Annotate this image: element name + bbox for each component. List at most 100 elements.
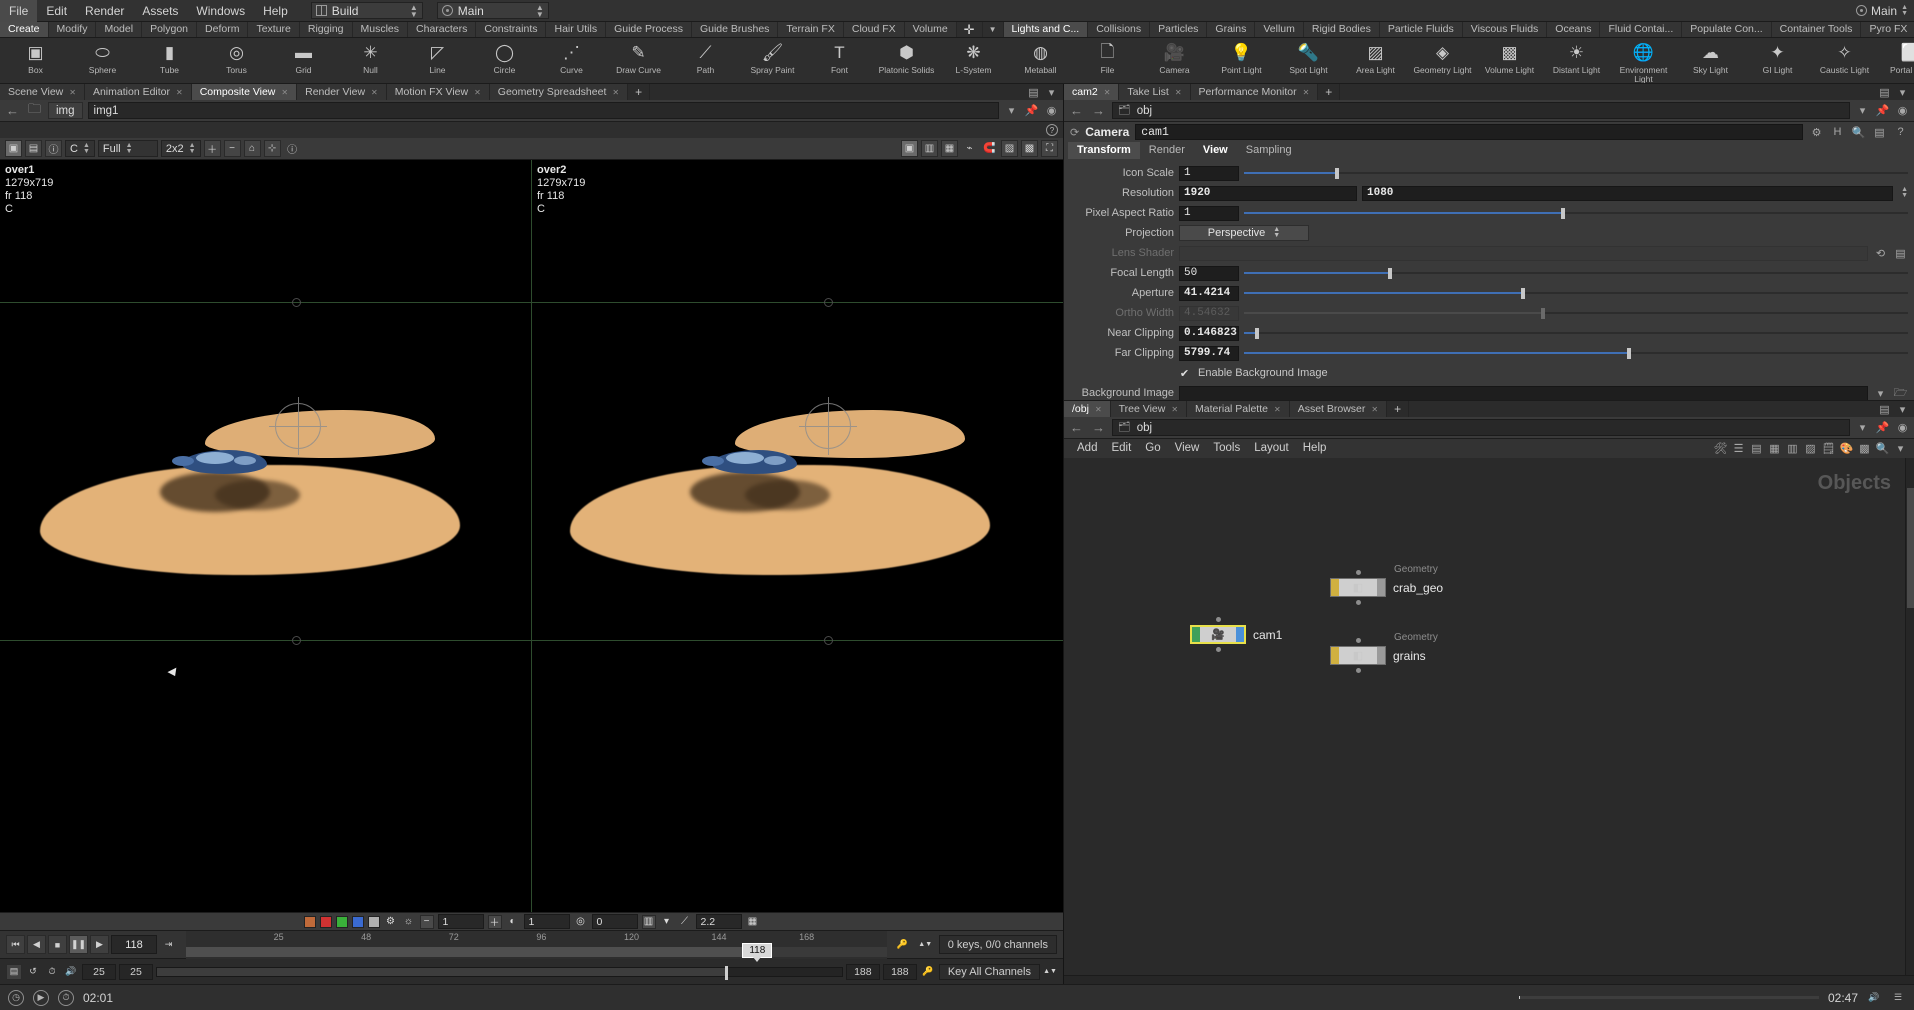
param-field-icon-scale[interactable]: 1 [1179, 166, 1239, 181]
node-box[interactable]: ◧ [1330, 646, 1386, 665]
viewport-over2-handle-top[interactable] [824, 298, 833, 307]
param-field-lens-shader[interactable] [1179, 246, 1868, 261]
shelf-tab-modify[interactable]: Modify [49, 22, 97, 37]
brightness-icon[interactable]: ☼ [402, 915, 416, 929]
shelf-tab-guide-process[interactable]: Guide Process [606, 22, 692, 37]
path-dropdown-caret-icon[interactable]: ▾ [1004, 103, 1019, 118]
close-icon[interactable]: ✕ [1171, 402, 1178, 417]
close-icon[interactable]: ✕ [1274, 402, 1281, 417]
node-grains[interactable]: Geometry◧grains [1330, 646, 1426, 665]
viewport-over1[interactable]: over1 1279x719 fr 118 C [0, 160, 531, 912]
loop-icon[interactable]: ↺ [25, 964, 41, 980]
node-output-connector[interactable] [1356, 600, 1361, 605]
node-input-connector[interactable] [1216, 617, 1221, 622]
network-menu-caret-icon[interactable]: ▾ [1893, 441, 1908, 456]
shelf-tool-camera[interactable]: 🎥Camera [1141, 38, 1208, 84]
magnet-icon[interactable]: 🧲 [981, 140, 998, 157]
param-browse-icon[interactable]: ▤ [1893, 246, 1908, 261]
status-play-icon[interactable]: ▶ [33, 990, 49, 1006]
path-input[interactable]: img1 [88, 102, 999, 119]
tab-composite-view[interactable]: Composite View✕ [192, 84, 297, 100]
shelf-tab-grains[interactable]: Grains [1207, 22, 1255, 37]
network-path-caret-icon[interactable]: ▾ [1855, 420, 1870, 435]
param-slider-near-clipping[interactable] [1244, 327, 1908, 340]
shelf-tab-deform[interactable]: Deform [197, 22, 248, 37]
slider-knob[interactable] [1627, 348, 1631, 359]
background-image-browse-icon[interactable]: 🗁 [1893, 386, 1908, 401]
shelf-tool-volume-light[interactable]: ▩Volume Light [1476, 38, 1543, 84]
help-icon[interactable]: ? [1046, 124, 1058, 136]
shelf-tab-particles[interactable]: Particles [1150, 22, 1207, 37]
shelf-tab-fluid-contai[interactable]: Fluid Contai... [1600, 22, 1682, 37]
pane-split-icon[interactable]: ▤ [1026, 85, 1041, 100]
realtime-icon[interactable]: ⏱ [44, 964, 60, 980]
lut-dropdown-caret-icon[interactable]: ▾ [660, 915, 674, 929]
comp-resolution-select[interactable]: Full ▲▼ [98, 140, 158, 157]
node-input-connector[interactable] [1356, 570, 1361, 575]
param-field-resolution-y[interactable]: 1080 [1362, 186, 1893, 201]
param-tab-render[interactable]: Render [1140, 142, 1194, 159]
node-box[interactable]: 🎥 [1190, 625, 1246, 644]
chevron-updown-icon[interactable]: ▲▼ [1901, 187, 1908, 199]
shelf-tool-circle[interactable]: ◯Circle [471, 38, 538, 84]
menu-item-help[interactable]: Help [254, 0, 297, 22]
viewport-over1-handle-bottom[interactable] [292, 636, 301, 645]
node-render-flag[interactable] [1236, 627, 1244, 642]
shelf-tab-lights-and-c[interactable]: Lights and C... [1004, 22, 1089, 37]
pane-menu-icon-right[interactable]: ▾ [1895, 85, 1910, 100]
close-icon[interactable]: ✕ [69, 85, 76, 100]
pin-icon[interactable]: 📌 [1024, 103, 1039, 118]
network-menu-go[interactable]: Go [1138, 439, 1167, 458]
enable-background-checkbox[interactable]: ✔ [1179, 368, 1190, 379]
tab-cam2[interactable]: cam2✕ [1064, 84, 1119, 100]
param-tab-transform[interactable]: Transform [1068, 142, 1140, 159]
param-slider-aperture[interactable] [1244, 287, 1908, 300]
node-menu-icon[interactable]: ▤ [1872, 125, 1887, 140]
pane-menu-icon[interactable]: ▾ [1044, 85, 1059, 100]
node-crab-geo[interactable]: Geometry◧crab_geo [1330, 578, 1443, 597]
node-gear-icon[interactable]: ⚙ [1809, 125, 1824, 140]
key-all-channels-label[interactable]: Key All Channels [939, 964, 1040, 980]
close-icon[interactable]: ✕ [474, 85, 481, 100]
offset-icon[interactable]: ◎ [574, 915, 588, 929]
network-canvas[interactable]: Objects Geometry◧crab_geo🎥cam1Geometry◧g… [1064, 458, 1905, 975]
network-add-tab-button[interactable]: + [1387, 401, 1409, 417]
network-menu-help[interactable]: Help [1296, 439, 1334, 458]
shelf-tab-terrain-fx[interactable]: Terrain FX [778, 22, 843, 37]
network-menu-tools[interactable]: Tools [1206, 439, 1247, 458]
parameter-path-input[interactable]: 🗂 obj [1112, 102, 1850, 119]
viewport-over2[interactable]: over2 1279x719 fr 118 C [531, 160, 1063, 912]
status-menu-icon[interactable]: ☰ [1890, 990, 1906, 1006]
network-table-icon[interactable]: ▦ [1767, 441, 1782, 456]
param-field-ortho-width[interactable]: 4.54632 [1179, 306, 1239, 321]
node-search-icon[interactable]: 🔍 [1851, 125, 1866, 140]
play-pause-button[interactable]: ❚❚ [69, 935, 88, 954]
param-forward-arrow-icon[interactable]: → [1090, 102, 1107, 119]
target-icon-right[interactable] [1856, 5, 1867, 16]
menu-item-render[interactable]: Render [76, 0, 133, 22]
color-swatch-0[interactable] [304, 916, 316, 928]
comp-view-quad-icon[interactable]: ▦ [941, 140, 958, 157]
shelf-tab-constraints[interactable]: Constraints [476, 22, 546, 37]
close-icon[interactable]: ✕ [1104, 85, 1111, 100]
back-arrow-icon[interactable]: ← [4, 102, 21, 119]
tab-material-palette[interactable]: Material Palette✕ [1187, 401, 1290, 417]
shelf-tab-polygon[interactable]: Polygon [142, 22, 197, 37]
folder-icon[interactable]: 🗀 [26, 102, 43, 119]
param-slider-pixel-aspect-ratio[interactable] [1244, 207, 1908, 220]
close-icon[interactable]: ✕ [281, 85, 288, 100]
param-menu-projection[interactable]: Perspective▲▼ [1179, 225, 1309, 241]
shelf-tab-model[interactable]: Model [96, 22, 142, 37]
comp-display-info-icon[interactable]: ⓘ [45, 140, 62, 157]
network-sync-icon[interactable]: ◉ [1895, 420, 1910, 435]
slider-knob[interactable] [1521, 288, 1525, 299]
network-forward-arrow-icon[interactable]: → [1090, 419, 1107, 436]
node-input-connector[interactable] [1356, 638, 1361, 643]
comp-zoom-select[interactable]: 2x2 ▲▼ [161, 140, 201, 157]
contrast-icon[interactable]: ◐ [506, 915, 520, 929]
color-swatch-2[interactable] [336, 916, 348, 928]
comp-zoom-out-icon[interactable]: − [224, 140, 241, 157]
param-tab-view[interactable]: View [1194, 142, 1237, 159]
shelf-tool-spray-paint[interactable]: 🖌Spray Paint [739, 38, 806, 84]
param-tab-sampling[interactable]: Sampling [1237, 142, 1301, 159]
